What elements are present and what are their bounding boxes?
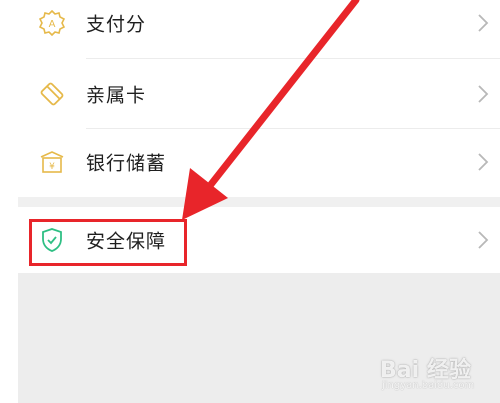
- chevron-right-icon: [478, 231, 489, 249]
- chevron-right-icon: [478, 14, 489, 32]
- menu-item-label: 亲属卡: [86, 84, 147, 107]
- highlight-box: [29, 219, 187, 266]
- section-gap: [18, 197, 500, 207]
- menu-item-payscore[interactable]: A 支付分: [18, 0, 500, 56]
- menu-item-label: 支付分: [86, 13, 147, 36]
- wechat-services-list: A 支付分 亲属卡 ¥ 银行储蓄 安全保障: [18, 0, 500, 403]
- menu-item-label: 银行储蓄: [86, 152, 167, 175]
- baidu-jingyan-watermark: Bai 经验 jingyan.baidu.com: [380, 348, 498, 398]
- menu-item-family-card[interactable]: 亲属卡: [18, 61, 500, 127]
- watermark-site: jingyan.baidu.com: [382, 380, 475, 391]
- svg-text:¥: ¥: [49, 162, 55, 172]
- payscore-icon: A: [38, 9, 66, 37]
- bank-savings-icon: ¥: [38, 148, 66, 176]
- divider: [86, 58, 500, 59]
- chevron-right-icon: [478, 85, 489, 103]
- chevron-right-icon: [478, 153, 489, 171]
- family-card-icon: [38, 80, 66, 108]
- svg-text:A: A: [49, 19, 56, 30]
- menu-item-bank-savings[interactable]: ¥ 银行储蓄: [18, 129, 500, 195]
